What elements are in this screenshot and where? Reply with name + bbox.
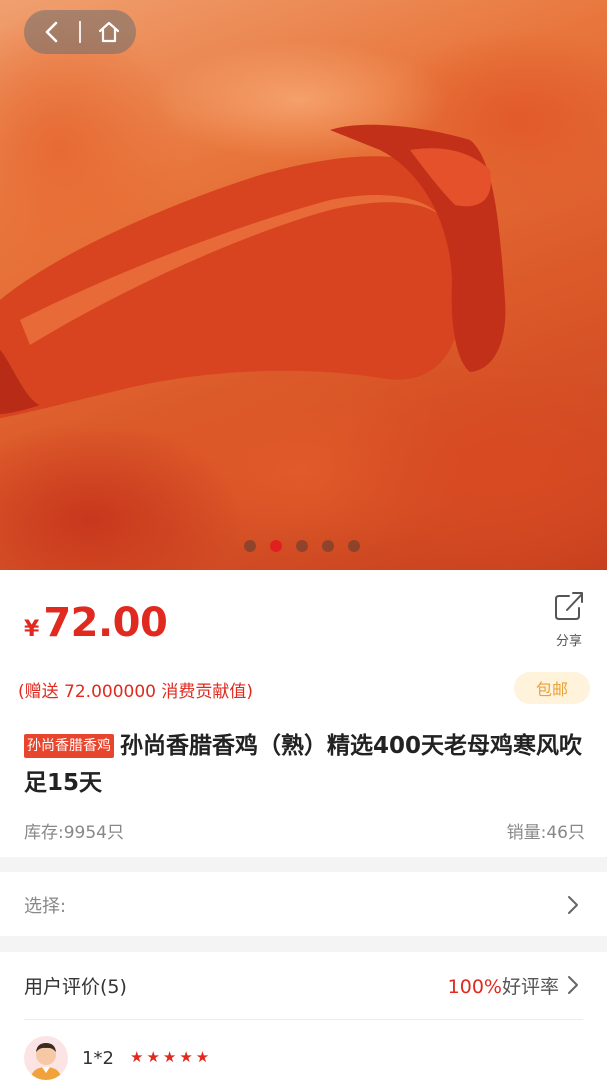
select-label: 选择: xyxy=(24,896,67,917)
reviewer-name: 1*2 xyxy=(82,1048,114,1069)
divider xyxy=(24,1019,583,1020)
stock-count: 库存:9954只 xyxy=(24,823,124,843)
spec-select-row[interactable]: 选择: xyxy=(0,872,607,936)
share-label: 分享 xyxy=(555,634,582,649)
user-avatar-icon xyxy=(30,1043,62,1080)
chevron-right-icon xyxy=(568,896,578,914)
reviews-section: 用户评价(5) 100%好评率 1*2 ★★★★★ xyxy=(0,952,607,1080)
carousel-dot[interactable] xyxy=(348,540,360,552)
carousel-dot[interactable] xyxy=(244,540,256,552)
home-button[interactable] xyxy=(81,10,136,54)
nav-pill xyxy=(24,10,136,54)
positive-rate-label: 好评率 xyxy=(501,976,559,998)
free-shipping-badge: 包邮 xyxy=(514,672,590,704)
positive-rate-link[interactable]: 100%好评率 xyxy=(448,972,559,999)
shop-tag: 孙尚香腊香鸡 xyxy=(24,734,114,758)
chevron-right-icon[interactable] xyxy=(566,974,580,996)
carousel-dot[interactable] xyxy=(296,540,308,552)
avatar xyxy=(24,1036,68,1080)
positive-rate-value: 100% xyxy=(447,976,502,998)
carousel-dot[interactable] xyxy=(322,540,334,552)
product-title: 孙尚香腊香鸡 孙尚香腊香鸡（熟）精选400天老母鸡寒风吹足15天 xyxy=(24,728,584,802)
star-rating: ★★★★★ xyxy=(130,1048,213,1066)
carousel-dot[interactable] xyxy=(270,540,282,552)
back-button[interactable] xyxy=(24,10,79,54)
bonus-text: (赠送 72.000000 消费贡献值) xyxy=(18,682,254,702)
price-value: 72.00 xyxy=(43,600,168,646)
product-image-carousel[interactable] xyxy=(0,0,607,570)
carousel-dots xyxy=(244,540,360,552)
product-price: ¥ 72.00 xyxy=(24,600,168,646)
share-button[interactable]: 分享 xyxy=(548,590,590,649)
sales-count: 销量:46只 xyxy=(506,823,585,843)
product-photo xyxy=(0,124,506,419)
chevron-left-icon xyxy=(45,21,57,43)
currency-symbol: ¥ xyxy=(24,617,40,642)
home-icon xyxy=(98,21,119,43)
share-icon xyxy=(555,592,583,620)
reviews-header: 用户评价(5) xyxy=(24,976,127,998)
